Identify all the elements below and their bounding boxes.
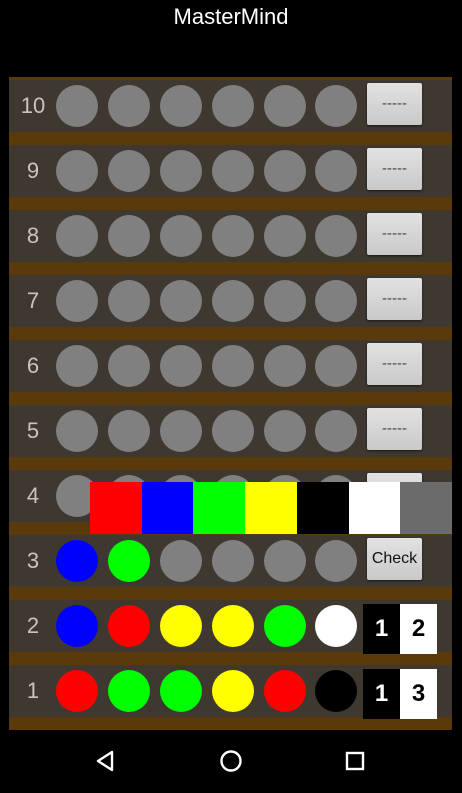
peg-slot[interactable]	[315, 670, 357, 712]
row-result-button[interactable]: -----	[367, 408, 422, 450]
peg-slot[interactable]	[315, 410, 357, 452]
palette-color-black[interactable]	[296, 482, 349, 534]
recents-icon[interactable]	[340, 746, 370, 776]
palette-color-white[interactable]	[348, 482, 401, 534]
row-number: 8	[26, 223, 40, 248]
peg-slot[interactable]	[160, 215, 202, 257]
peg-slot[interactable]	[56, 410, 98, 452]
app-title: MasterMind	[173, 4, 289, 29]
guess-row: 8 -----	[9, 210, 452, 262]
guess-row: 9 -----	[9, 145, 452, 197]
peg-slot[interactable]	[108, 85, 150, 127]
peg-slot[interactable]	[160, 410, 202, 452]
palette-color-green[interactable]	[193, 482, 246, 534]
guess-row: 6 -----	[9, 340, 452, 392]
peg-slot[interactable]	[56, 150, 98, 192]
check-button[interactable]: Check	[367, 538, 422, 580]
row-number: 9	[26, 158, 40, 183]
peg-slot[interactable]	[212, 150, 254, 192]
peg-slot[interactable]	[56, 280, 98, 322]
row-number: 1	[26, 678, 40, 703]
peg-slot[interactable]	[212, 85, 254, 127]
color-palette	[90, 482, 453, 534]
peg-slot[interactable]	[108, 670, 150, 712]
peg-slot[interactable]	[212, 540, 254, 582]
white-score: 3	[400, 669, 437, 719]
row-number: 2	[26, 613, 40, 638]
peg-slot[interactable]	[108, 605, 150, 647]
peg-slot[interactable]	[315, 85, 357, 127]
peg-slot[interactable]	[108, 280, 150, 322]
peg-slot[interactable]	[212, 345, 254, 387]
peg-slot[interactable]	[56, 605, 98, 647]
row-result-button[interactable]: -----	[367, 83, 422, 125]
peg-slot[interactable]	[264, 410, 306, 452]
row-number: 7	[26, 288, 40, 313]
peg-slot[interactable]	[56, 85, 98, 127]
peg-slot[interactable]	[264, 670, 306, 712]
game-board: 10-----9-----8-----7-----6-----5-----4--…	[9, 77, 452, 730]
peg-slot[interactable]	[108, 345, 150, 387]
back-icon[interactable]	[90, 746, 120, 776]
peg-slot[interactable]	[108, 410, 150, 452]
peg-slot[interactable]	[160, 150, 202, 192]
row-result-button[interactable]: -----	[367, 213, 422, 255]
peg-slot[interactable]	[315, 345, 357, 387]
palette-color-blue[interactable]	[141, 482, 194, 534]
guess-row: 7 -----	[9, 275, 452, 327]
peg-slot[interactable]	[160, 540, 202, 582]
row-number: 5	[26, 418, 40, 443]
peg-slot[interactable]	[108, 540, 150, 582]
row-number: 3	[26, 548, 40, 573]
peg-slot[interactable]	[212, 670, 254, 712]
row-number: 4	[26, 483, 40, 508]
row-result-button[interactable]: -----	[367, 343, 422, 385]
row-result-button[interactable]: -----	[367, 278, 422, 320]
peg-slot[interactable]	[315, 280, 357, 322]
peg-slot[interactable]	[160, 280, 202, 322]
peg-slot[interactable]	[264, 540, 306, 582]
peg-slot[interactable]	[264, 605, 306, 647]
peg-slot[interactable]	[264, 215, 306, 257]
guess-row: 212	[9, 600, 452, 654]
row-number: 10	[20, 93, 46, 118]
palette-color-gray[interactable]	[400, 482, 453, 534]
peg-slot[interactable]	[56, 540, 98, 582]
peg-slot[interactable]	[160, 605, 202, 647]
guess-row: 3 Check	[9, 535, 452, 587]
white-score: 2	[400, 604, 437, 654]
peg-slot[interactable]	[315, 605, 357, 647]
navigation-bar	[0, 730, 462, 793]
row-number: 6	[26, 353, 40, 378]
peg-slot[interactable]	[212, 410, 254, 452]
peg-slot[interactable]	[56, 345, 98, 387]
peg-slot[interactable]	[108, 150, 150, 192]
peg-slot[interactable]	[160, 345, 202, 387]
peg-slot[interactable]	[108, 215, 150, 257]
peg-slot[interactable]	[264, 150, 306, 192]
black-score: 1	[363, 669, 400, 719]
peg-slot[interactable]	[212, 215, 254, 257]
peg-slot[interactable]	[212, 280, 254, 322]
peg-slot[interactable]	[264, 345, 306, 387]
peg-slot[interactable]	[160, 670, 202, 712]
home-icon[interactable]	[216, 746, 246, 776]
peg-slot[interactable]	[315, 150, 357, 192]
peg-slot[interactable]	[212, 605, 254, 647]
title-bar: MasterMind	[0, 0, 462, 40]
guess-row: 113	[9, 665, 452, 719]
guess-row: 10 -----	[9, 80, 452, 132]
peg-slot[interactable]	[264, 85, 306, 127]
guess-row: 5 -----	[9, 405, 452, 457]
peg-slot[interactable]	[264, 280, 306, 322]
row-result-button[interactable]: -----	[367, 148, 422, 190]
palette-color-yellow[interactable]	[245, 482, 297, 534]
palette-color-red[interactable]	[90, 482, 142, 534]
peg-slot[interactable]	[315, 540, 357, 582]
peg-slot[interactable]	[160, 85, 202, 127]
peg-slot[interactable]	[56, 670, 98, 712]
peg-slot[interactable]	[56, 215, 98, 257]
black-score: 1	[363, 604, 400, 654]
peg-slot[interactable]	[315, 215, 357, 257]
